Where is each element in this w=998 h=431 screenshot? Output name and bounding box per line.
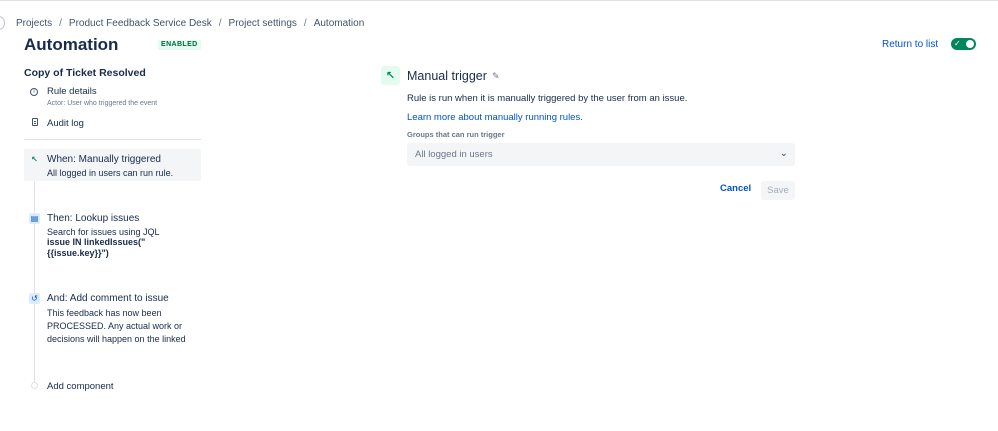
audit-log-link[interactable]: Audit log bbox=[47, 118, 84, 129]
chevron-down-icon: ⌄ bbox=[779, 148, 788, 159]
learn-more-link[interactable]: Learn more about manually running rules. bbox=[407, 112, 583, 123]
audit-log-icon bbox=[32, 118, 38, 126]
breadcrumb-projects[interactable]: Projects bbox=[16, 18, 52, 29]
timeline-line bbox=[34, 170, 35, 384]
step-and-text: PROCESSED. Any actual work or bbox=[47, 321, 183, 331]
groups-select-value: All logged in users bbox=[415, 149, 493, 160]
save-button[interactable]: Save bbox=[761, 181, 795, 200]
rule-name: Copy of Ticket Resolved bbox=[24, 67, 146, 79]
rule-enabled-toggle[interactable]: ✓ bbox=[951, 38, 976, 50]
rule-details-link[interactable]: Rule details bbox=[47, 86, 97, 97]
step-and-title[interactable]: And: Add comment to issue bbox=[47, 293, 169, 304]
step-when-text: All logged in users can run rule. bbox=[47, 168, 174, 178]
groups-label: Groups that can run trigger bbox=[407, 130, 505, 139]
step-and-text: This feedback has now been bbox=[47, 308, 162, 318]
breadcrumb-separator: / bbox=[59, 17, 62, 29]
status-badge: ENABLED bbox=[158, 40, 201, 50]
groups-select[interactable]: All logged in users ⌄ bbox=[407, 143, 795, 166]
breadcrumb-project-settings[interactable]: Project settings bbox=[229, 18, 297, 29]
add-component-dot bbox=[31, 382, 38, 389]
lookup-issues-icon: ▤ bbox=[29, 213, 40, 224]
check-icon: ✓ bbox=[954, 39, 961, 48]
trigger-description: Rule is run when it is manually triggere… bbox=[407, 93, 688, 104]
trigger-title: Manual trigger bbox=[407, 69, 487, 83]
breadcrumb-project[interactable]: Product Feedback Service Desk bbox=[69, 18, 212, 29]
comment-icon: ↺ bbox=[29, 293, 40, 304]
breadcrumb: Projects / Product Feedback Service Desk… bbox=[16, 17, 364, 29]
breadcrumb-separator: / bbox=[303, 17, 307, 29]
step-then-title[interactable]: Then: Lookup issues bbox=[47, 213, 139, 224]
breadcrumb-separator: / bbox=[218, 17, 222, 29]
step-then-jql: {{issue.key}}") bbox=[47, 248, 109, 258]
breadcrumb-automation[interactable]: Automation bbox=[314, 18, 365, 29]
step-when-title: When: Manually triggered bbox=[47, 154, 161, 165]
toggle-knob bbox=[966, 40, 974, 48]
return-to-list-link[interactable]: Return to list bbox=[882, 39, 938, 51]
rule-actor-text: Actor: User who triggered the event bbox=[47, 100, 158, 107]
edge-decoration bbox=[0, 16, 5, 30]
top-border bbox=[0, 0, 998, 1]
cursor-trigger-icon: ↖ bbox=[31, 155, 38, 164]
manual-trigger-icon: ↖ bbox=[381, 66, 400, 85]
step-and-text: decisions will happen on the linked bbox=[47, 334, 186, 344]
add-component-button[interactable]: Add component bbox=[47, 381, 114, 392]
step-then-jql: issue IN linkedIssues(" bbox=[47, 237, 146, 247]
pencil-icon[interactable]: ✎ bbox=[492, 72, 500, 82]
page-title: Automation bbox=[24, 35, 119, 54]
divider bbox=[24, 139, 201, 140]
cancel-button[interactable]: Cancel bbox=[720, 183, 751, 194]
info-icon: i bbox=[30, 88, 38, 96]
